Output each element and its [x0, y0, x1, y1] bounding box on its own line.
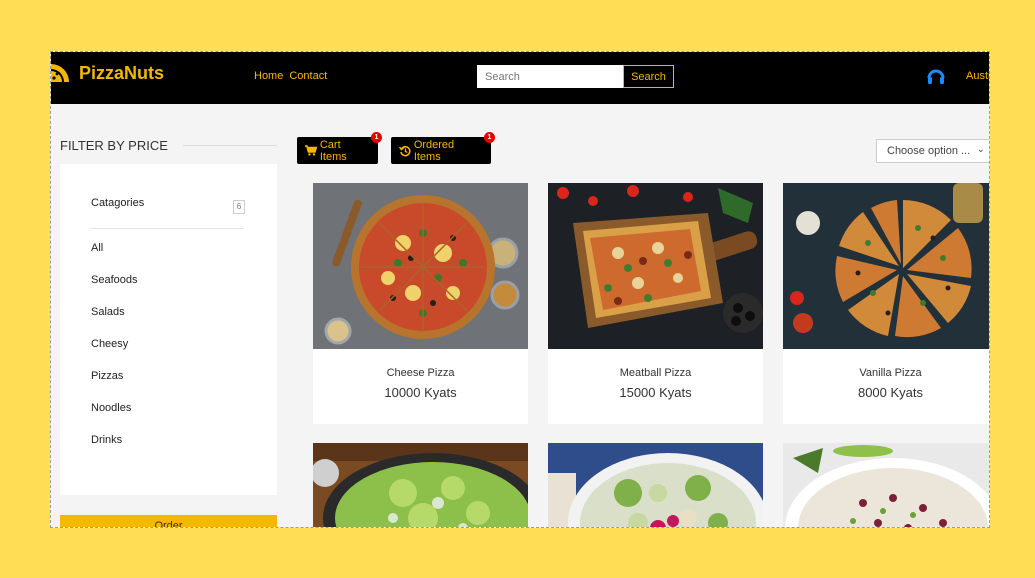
cart-icon	[305, 145, 317, 156]
brand-name: PizzaNuts	[79, 62, 165, 83]
nav-home-link[interactable]: Home	[254, 70, 283, 82]
product-card[interactable]	[313, 443, 528, 527]
category-drinks[interactable]: Drinks	[91, 434, 122, 446]
pizza-logo-icon	[51, 64, 69, 82]
product-image[interactable]	[548, 183, 763, 349]
chevron-down-icon: ⌄	[976, 144, 985, 155]
filter-divider	[183, 145, 277, 146]
categories-heading: Catagories	[91, 197, 145, 209]
product-card[interactable]: Vanilla Pizza 8000 Kyats	[783, 183, 989, 424]
categories-divider	[91, 228, 244, 229]
ordered-count-badge: 1	[484, 132, 495, 143]
product-image[interactable]	[548, 443, 763, 527]
filter-title: FILTER BY PRICE	[60, 138, 168, 153]
product-image[interactable]	[313, 443, 528, 527]
search-input[interactable]	[477, 65, 623, 88]
brand[interactable]: PizzaNuts	[51, 62, 164, 84]
history-icon	[399, 145, 411, 156]
product-name: Cheese Pizza	[386, 367, 455, 379]
product-image[interactable]	[313, 183, 528, 349]
user-headset-icon[interactable]	[927, 67, 945, 87]
cart-items-label: Cart Items	[319, 138, 347, 163]
product-name: Vanilla Pizza	[859, 367, 922, 379]
cart-count-badge: 1	[371, 132, 382, 143]
category-pizzas[interactable]: Pizzas	[91, 370, 123, 382]
category-all[interactable]: All	[91, 242, 103, 254]
product-card[interactable]	[548, 443, 763, 527]
sort-select-value: Choose option ...	[887, 145, 971, 157]
search-button[interactable]: Search	[623, 65, 674, 88]
product-price: 8000 Kyats	[857, 385, 924, 400]
nav-links: Home Contact	[254, 70, 327, 82]
product-image[interactable]	[783, 183, 989, 349]
ordered-items-button[interactable]: Ordered Items 1	[391, 132, 495, 164]
ordered-items-label: Ordered Items	[413, 138, 455, 163]
category-cheesy[interactable]: Cheesy	[91, 338, 128, 350]
category-noodles[interactable]: Noodles	[91, 402, 131, 414]
cart-items-button[interactable]: Cart Items 1	[297, 132, 382, 164]
user-name[interactable]: Austi	[966, 70, 989, 82]
categories-count-badge: 6	[233, 200, 245, 214]
nav-contact-link[interactable]: Contact	[289, 70, 327, 82]
category-panel: Catagories 6 All Seafoods Salads Cheesy …	[60, 164, 277, 495]
order-button[interactable]: Order	[60, 515, 277, 527]
product-price: 15000 Kyats	[619, 385, 692, 400]
product-card[interactable]: Cheese Pizza 10000 Kyats	[313, 183, 528, 424]
product-image[interactable]	[783, 443, 989, 527]
product-name: Meatball Pizza	[619, 367, 692, 379]
category-salads[interactable]: Salads	[91, 306, 125, 318]
product-card[interactable]: Meatball Pizza 15000 Kyats	[548, 183, 763, 424]
product-price: 10000 Kyats	[384, 385, 457, 400]
navbar: PizzaNuts Home Contact Search Austi	[51, 52, 989, 104]
category-seafoods[interactable]: Seafoods	[91, 274, 137, 286]
product-card[interactable]	[783, 443, 989, 527]
sort-select[interactable]: Choose option ... ⌄	[876, 139, 989, 163]
app-window: PizzaNuts Home Contact Search Austi FILT…	[50, 51, 990, 528]
